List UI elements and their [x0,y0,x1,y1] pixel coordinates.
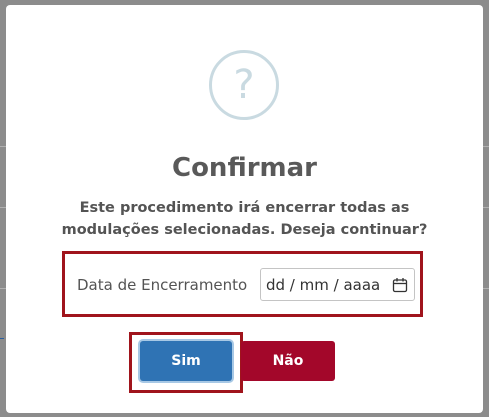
background-divider [483,207,489,208]
end-date-input[interactable]: dd / mm / aaaa [260,268,415,301]
dialog-title: Confirmar [171,153,317,183]
cancel-button[interactable]: Não [241,341,335,381]
background-link-fragment [0,338,4,339]
background-divider [483,146,489,147]
confirm-button[interactable]: Sim [140,341,232,381]
date-field-label: Data de Encerramento [77,276,248,294]
date-field-highlight: Data de Encerramento dd / mm / aaaa [62,251,423,317]
dialog-message: Este procedimento irá encerrar todas as … [61,200,428,238]
question-glyph: ? [233,62,255,108]
background-divider [483,288,489,289]
question-icon: ? [209,50,279,120]
calendar-icon[interactable] [392,277,408,293]
date-input-placeholder: dd / mm / aaaa [266,275,381,294]
